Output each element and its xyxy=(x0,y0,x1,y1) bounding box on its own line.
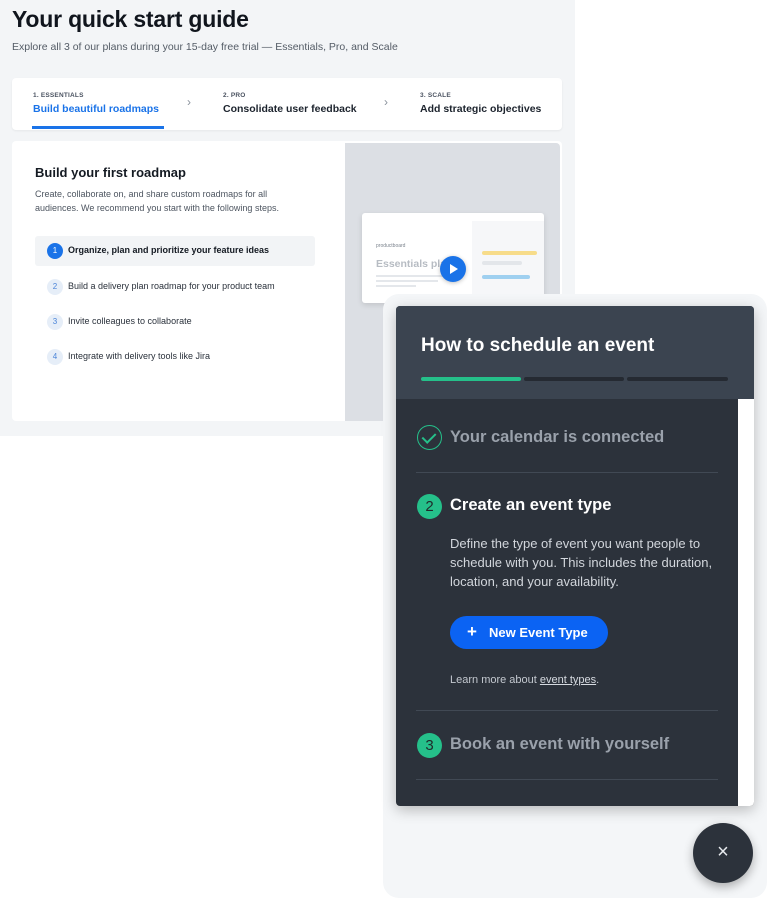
thumbnail-bar xyxy=(482,251,537,255)
thumbnail-bar xyxy=(482,261,522,265)
guide-title: Your quick start guide xyxy=(12,6,249,32)
step-number-badge: 3 xyxy=(47,314,63,330)
progress-segment xyxy=(524,377,624,381)
roadmap-step-4[interactable]: 4 Integrate with delivery tools like Jir… xyxy=(35,342,315,372)
tab-kicker: 3. SCALE xyxy=(420,92,451,99)
plus-icon: + xyxy=(467,622,477,641)
chevron-right-icon: › xyxy=(187,95,191,109)
scrollbar[interactable] xyxy=(738,399,754,806)
panel-description: Create, collaborate on, and share custom… xyxy=(35,189,279,213)
thumbnail-line xyxy=(376,280,438,282)
learn-more-prefix: Learn more about xyxy=(450,674,540,686)
event-types-link[interactable]: event types xyxy=(540,674,596,686)
step-number-badge: 4 xyxy=(47,349,63,365)
roadmap-step-1[interactable]: 1 Organize, plan and prioritize your fea… xyxy=(35,236,315,266)
tab-essentials[interactable]: 1. ESSENTIALS Build beautiful roadmaps xyxy=(33,78,159,130)
new-event-type-button[interactable]: + New Event Type xyxy=(450,616,608,649)
widget-title: How to schedule an event xyxy=(421,335,655,356)
learn-more-text: Learn more about event types. xyxy=(450,674,599,686)
step-text: Build a delivery plan roadmap for your p… xyxy=(68,281,275,291)
learn-more-suffix: . xyxy=(596,674,600,686)
step-number-badge: 2 xyxy=(417,494,442,519)
step-text: Organize, plan and prioritize your featu… xyxy=(68,245,270,255)
thumbnail-bar xyxy=(482,275,530,279)
tab-kicker: 2. PRO xyxy=(223,92,246,99)
roadmap-step-3[interactable]: 3 Invite colleagues to collaborate xyxy=(35,307,315,337)
panel-title: Build your first roadmap xyxy=(35,165,186,180)
tab-label: Add strategic objectives xyxy=(420,103,542,115)
progress-bar xyxy=(421,377,728,381)
step-create-event-type[interactable]: Create an event type xyxy=(450,496,611,515)
play-icon[interactable] xyxy=(440,256,466,282)
thumbnail-line xyxy=(376,275,446,277)
tab-pro[interactable]: 2. PRO Consolidate user feedback xyxy=(223,78,357,130)
tab-kicker: 1. ESSENTIALS xyxy=(33,92,84,99)
step-book-event[interactable]: Book an event with yourself xyxy=(450,735,669,754)
guide-subtitle: Explore all 3 of our plans during your 1… xyxy=(12,41,398,53)
progress-segment xyxy=(627,377,728,381)
divider xyxy=(416,472,718,473)
active-tab-indicator xyxy=(32,126,164,129)
checkmark-icon xyxy=(417,425,442,450)
divider xyxy=(416,710,718,711)
thumbnail-line xyxy=(376,285,416,287)
step-number-badge: 3 xyxy=(417,733,442,758)
tab-label: Consolidate user feedback xyxy=(223,103,357,115)
step-number-badge: 2 xyxy=(47,279,63,295)
step-text: Integrate with delivery tools like Jira xyxy=(68,351,211,361)
widget-header: How to schedule an event xyxy=(396,306,754,399)
button-label: New Event Type xyxy=(489,625,588,640)
thumbnail-logo: productboard xyxy=(376,243,406,249)
chevron-right-icon: › xyxy=(384,95,388,109)
tab-label: Build beautiful roadmaps xyxy=(33,103,160,115)
plan-tabs: 1. ESSENTIALS Build beautiful roadmaps ›… xyxy=(12,78,562,130)
roadmap-step-2[interactable]: 2 Build a delivery plan roadmap for your… xyxy=(35,272,315,302)
progress-segment-complete xyxy=(421,377,521,381)
step-description: Define the type of event you want people… xyxy=(450,536,713,589)
schedule-guide-widget: How to schedule an event Your calendar i… xyxy=(396,306,754,806)
close-button[interactable]: × xyxy=(693,823,753,883)
step-calendar-connected[interactable]: Your calendar is connected xyxy=(450,428,664,447)
step-number-badge: 1 xyxy=(47,243,63,259)
tab-scale[interactable]: 3. SCALE Add strategic objectives xyxy=(420,78,541,130)
divider xyxy=(416,779,718,780)
step-text: Invite colleagues to collaborate xyxy=(68,316,192,326)
app-screenshot-thumbnail: productboard Essentials plan xyxy=(362,213,544,303)
close-icon: × xyxy=(717,841,729,863)
